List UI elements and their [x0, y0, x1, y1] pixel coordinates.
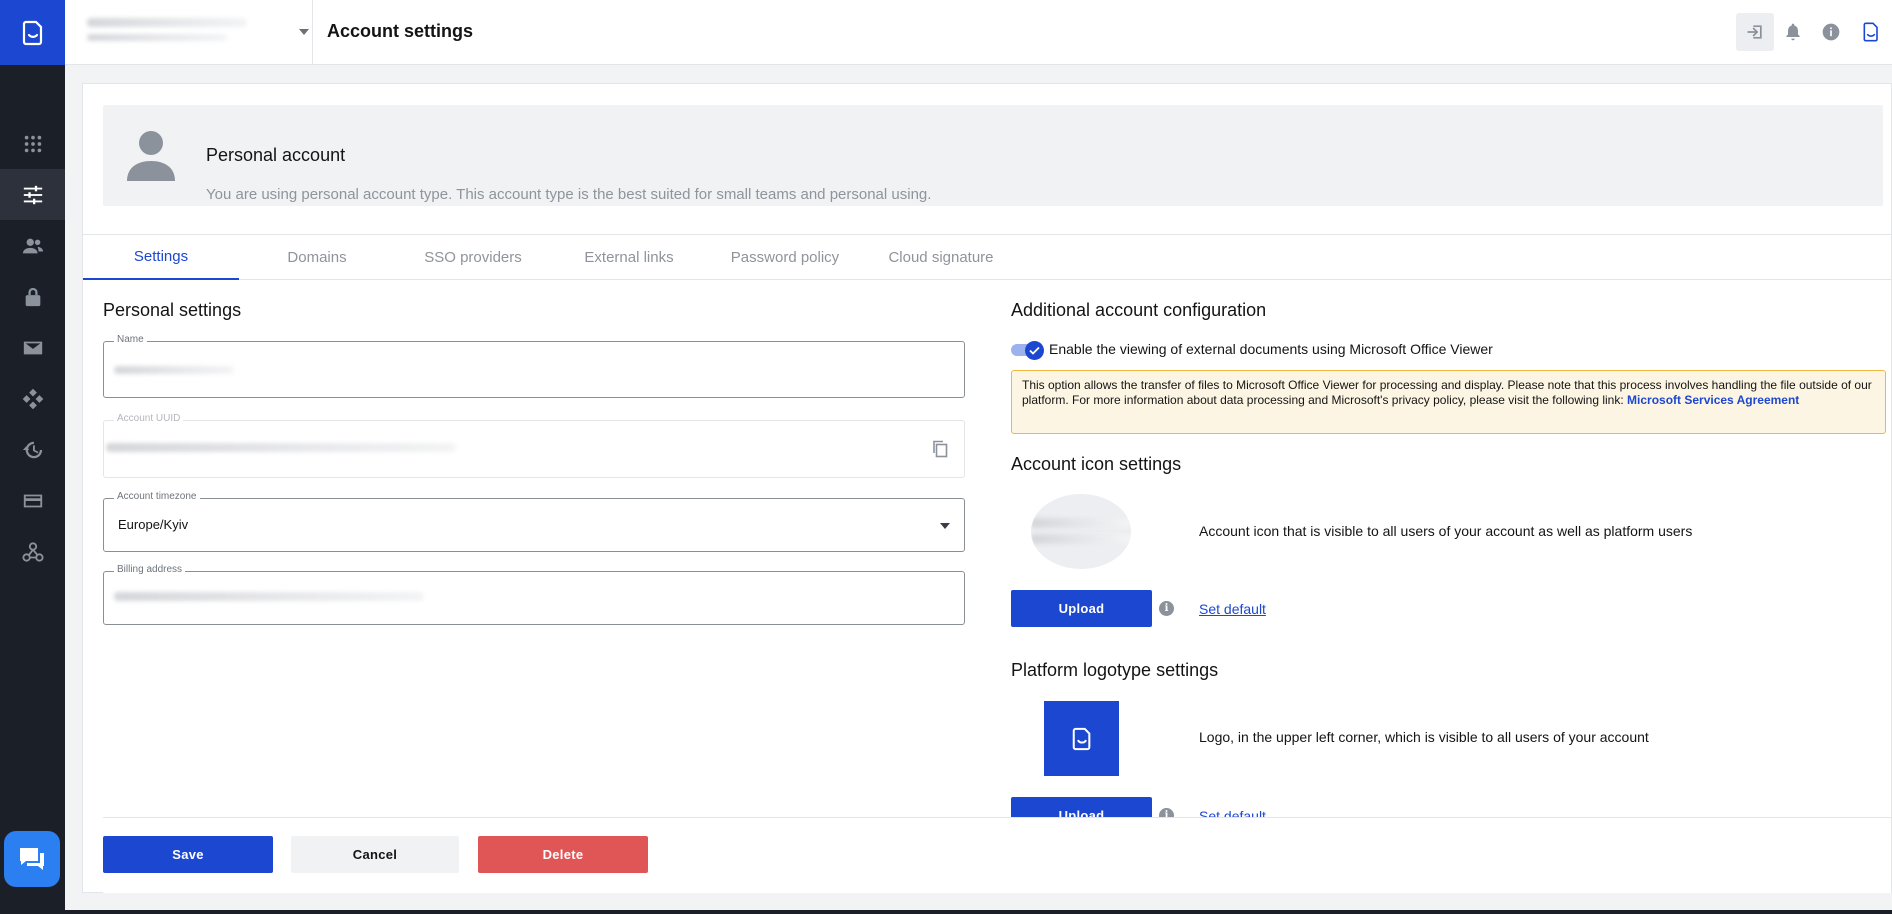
account-timezone-label: Account timezone [114, 491, 200, 502]
tab-cloud-signature[interactable]: Cloud signature [863, 235, 1019, 280]
info-icon[interactable]: i [1159, 808, 1174, 817]
users-icon [22, 238, 43, 253]
delete-button[interactable]: Delete [478, 836, 648, 873]
brand-logo [1850, 13, 1892, 51]
microsoft-services-agreement-link[interactable]: Microsoft Services Agreement [1627, 393, 1799, 407]
info-icon [1822, 23, 1840, 41]
sidebar-item-users[interactable] [0, 220, 65, 271]
tab-domains[interactable]: Domains [239, 235, 395, 280]
account-email-blurred [87, 34, 227, 41]
platform-logo-set-default-link[interactable]: Set default [1199, 808, 1266, 817]
account-icon-upload-button[interactable]: Upload [1011, 590, 1152, 627]
document-logo-icon [22, 20, 42, 45]
account-icon-blurred-2 [1031, 534, 1131, 544]
name-value-blurred [114, 366, 234, 374]
sidebar-item-billing[interactable] [0, 475, 65, 526]
platform-logo-preview [1044, 701, 1119, 776]
form-actions: Save Cancel Delete [103, 817, 1891, 893]
name-field[interactable]: Name [103, 334, 965, 398]
copy-icon[interactable] [932, 440, 948, 458]
sidebar-item-history[interactable] [0, 424, 65, 475]
window-bottom-edge [0, 910, 1892, 914]
platform-logo-settings-title: Platform logotype settings [1011, 660, 1219, 680]
grid-icon [24, 135, 41, 152]
webhook-icon [21, 541, 44, 562]
tab-external-links[interactable]: External links [551, 235, 707, 280]
account-switcher[interactable] [79, 0, 313, 64]
office-viewer-toggle-label: Enable the viewing of external documents… [1049, 341, 1493, 357]
account-icon-preview [1031, 494, 1131, 569]
login-icon [1747, 25, 1762, 39]
tab-settings[interactable]: Settings [83, 235, 239, 280]
sidebar-item-webhooks[interactable] [0, 526, 65, 577]
toggle-thumb [1025, 341, 1044, 360]
name-field-label: Name [114, 334, 147, 345]
sidebar [0, 0, 65, 914]
billing-address-field[interactable]: Billing address [103, 564, 965, 625]
top-actions [1736, 0, 1892, 64]
billing-address-blurred [114, 592, 424, 601]
platform-logo-description: Logo, in the upper left corner, which is… [1199, 729, 1649, 745]
sign-in-button[interactable] [1736, 13, 1774, 51]
info-button[interactable] [1812, 13, 1850, 51]
account-uuid-blurred [106, 443, 456, 452]
account-type-description: You are using personal account type. Thi… [206, 186, 932, 203]
sidebar-item-mail[interactable] [0, 322, 65, 373]
sidebar-item-security[interactable] [0, 271, 65, 322]
account-name-blurred [87, 18, 247, 27]
office-viewer-notice: This option allows the transfer of files… [1011, 370, 1886, 434]
topbar: Account settings [65, 0, 1892, 65]
account-icon-set-default-link[interactable]: Set default [1199, 601, 1266, 617]
info-icon[interactable]: i [1159, 601, 1174, 616]
account-icon-blurred [1031, 518, 1131, 528]
document-logo-icon [1072, 727, 1090, 750]
account-uuid-field: Account UUID [103, 413, 965, 478]
billing-address-label: Billing address [114, 564, 186, 575]
chat-button[interactable] [4, 831, 60, 887]
account-icon-description: Account icon that is visible to all user… [1199, 523, 1693, 539]
sliders-icon [23, 185, 42, 204]
account-uuid-label: Account UUID [114, 413, 184, 424]
account-type-title: Personal account [206, 145, 346, 165]
settings-card: Personal account You are using personal … [82, 83, 1892, 893]
account-icon-settings-title: Account icon settings [1011, 454, 1182, 474]
save-button[interactable]: Save [103, 836, 273, 873]
sidebar-item-workflows[interactable] [0, 373, 65, 424]
platform-logo-upload-button[interactable]: Upload [1011, 797, 1152, 817]
office-viewer-toggle[interactable] [1011, 341, 1045, 360]
check-icon [1029, 346, 1040, 355]
tab-sso-providers[interactable]: SSO providers [395, 235, 551, 280]
document-logo-icon [1863, 22, 1878, 42]
page-title: Account settings [327, 21, 474, 41]
settings-scroll-area[interactable]: Personal account You are using personal … [83, 84, 1891, 817]
user-avatar-icon [127, 131, 175, 181]
mail-icon [23, 341, 42, 354]
notifications-button[interactable] [1774, 13, 1812, 51]
bell-icon [1786, 23, 1800, 41]
account-timezone-select[interactable]: Account timezone Europe/Kyiv [103, 491, 965, 552]
chat-icon [20, 848, 44, 870]
history-icon [22, 441, 42, 458]
lock-icon [25, 287, 40, 306]
additional-config-title: Additional account configuration [1011, 300, 1267, 320]
settings-tabs: Settings Domains SSO providers External … [83, 234, 1891, 280]
personal-settings-title: Personal settings [103, 300, 242, 320]
account-type-banner: Personal account You are using personal … [103, 105, 1883, 206]
side-nav [0, 118, 65, 577]
tab-password-policy[interactable]: Password policy [707, 235, 863, 280]
sidebar-item-apps[interactable] [0, 118, 65, 169]
cancel-button[interactable]: Cancel [291, 836, 459, 873]
app-logo[interactable] [0, 0, 65, 65]
account-timezone-value: Europe/Kyiv [118, 517, 189, 532]
chevron-down-icon [940, 523, 950, 529]
sidebar-item-settings[interactable] [0, 169, 65, 220]
workflow-icon [22, 388, 43, 409]
credit-card-icon [23, 494, 42, 507]
chevron-down-icon [299, 29, 309, 35]
